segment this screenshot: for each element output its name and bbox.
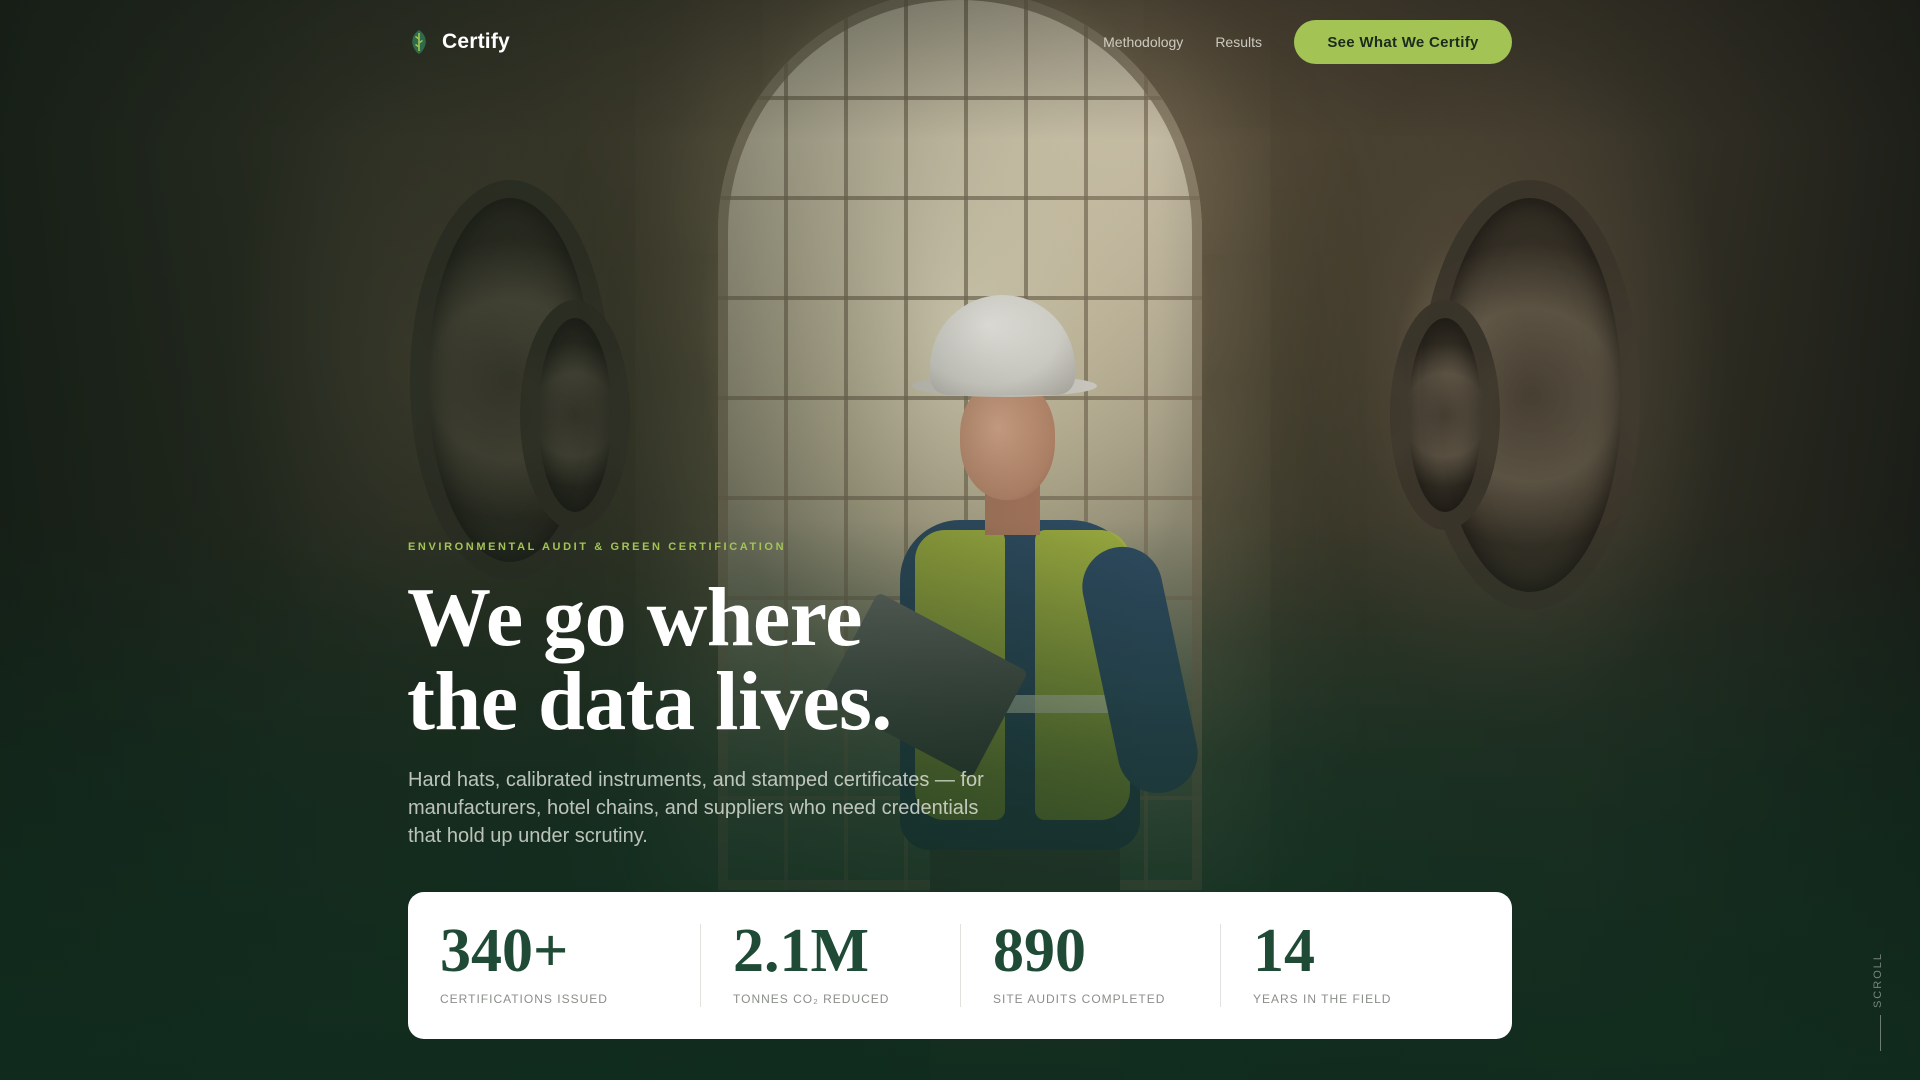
stat-value: 340+ (440, 917, 569, 985)
stat-divider (1220, 924, 1221, 1007)
nav-link-methodology[interactable]: Methodology (1103, 34, 1183, 50)
nav-menu: Methodology Results See What We Certify (1103, 20, 1512, 64)
stats-card: 340+ CERTIFICATIONS ISSUED 2.1M TONNES C… (408, 892, 1512, 1039)
stat-item: 14 YEARS IN THE FIELD (1253, 892, 1473, 1039)
stat-label: YEARS IN THE FIELD (1253, 992, 1392, 1006)
stat-label: TONNES CO₂ REDUCED (733, 992, 890, 1006)
hero-headline: We go where the data lives. (407, 576, 1107, 744)
scroll-indicator[interactable]: SCROLL (1872, 952, 1884, 1008)
stat-label: SITE AUDITS COMPLETED (993, 992, 1166, 1006)
stat-divider (960, 924, 961, 1007)
brand-logo[interactable]: Certify (408, 29, 510, 55)
leaf-shield-icon (408, 29, 430, 55)
see-what-we-certify-button[interactable]: See What We Certify (1294, 20, 1512, 64)
top-nav: Certify Methodology Results See What We … (408, 20, 1512, 64)
headline-line-1: We go where (407, 571, 862, 664)
headline-line-2: the data lives. (407, 655, 892, 748)
stat-value: 890 (993, 917, 1086, 985)
hero-subcopy: Hard hats, calibrated instruments, and s… (408, 769, 984, 847)
stat-divider (700, 924, 701, 1007)
stat-item: 890 SITE AUDITS COMPLETED (993, 892, 1188, 1039)
hero-eyebrow: ENVIRONMENTAL AUDIT & GREEN CERTIFICATIO… (408, 541, 787, 553)
scroll-line (1880, 1015, 1881, 1051)
nav-link-results[interactable]: Results (1215, 34, 1262, 50)
stat-label: CERTIFICATIONS ISSUED (440, 992, 608, 1006)
stat-item: 340+ CERTIFICATIONS ISSUED (440, 892, 668, 1039)
brand-name: Certify (442, 30, 510, 53)
stat-value: 2.1M (733, 917, 870, 985)
stat-item: 2.1M TONNES CO₂ REDUCED (733, 892, 928, 1039)
stat-value: 14 (1253, 917, 1315, 985)
